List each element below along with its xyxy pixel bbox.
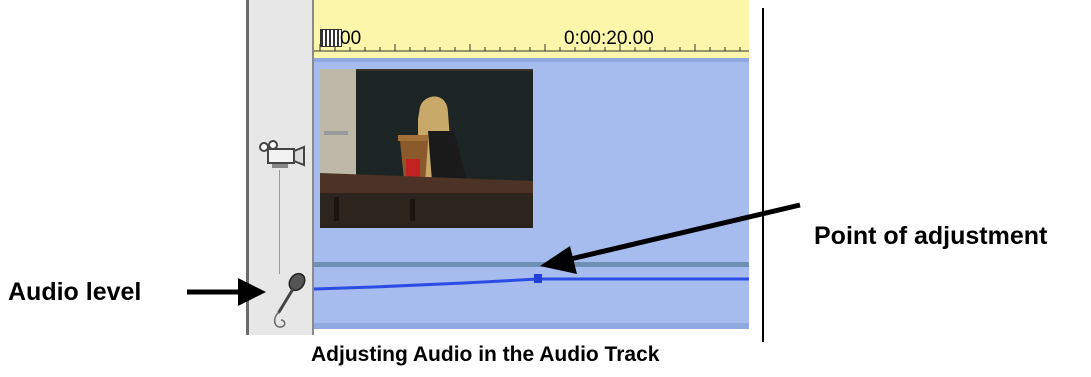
playhead-grip-icon[interactable] [320, 29, 342, 47]
microphone-icon[interactable] [268, 270, 308, 332]
track-connector-line [279, 170, 280, 274]
point-of-adjustment-label: Point of adjustment [814, 222, 1048, 250]
ruler-time-label: 0:00:20.00 [564, 28, 654, 49]
audio-keyframe-handle[interactable] [534, 274, 542, 283]
vertical-divider [762, 8, 764, 342]
ruler-start-label: 00 [340, 28, 362, 49]
ruler-ticks [314, 44, 749, 52]
audio-track-bottom [314, 323, 749, 329]
audio-level-label: Audio level [8, 278, 142, 306]
video-camera-icon[interactable] [258, 138, 306, 174]
figure-caption: Adjusting Audio in the Audio Track [311, 343, 660, 366]
video-clip-thumbnail[interactable] [320, 69, 533, 228]
audio-level-curve [314, 274, 749, 291]
timeline-editor: 00 0:00:20.00 [246, 0, 749, 335]
timeline-ruler[interactable] [314, 0, 749, 58]
